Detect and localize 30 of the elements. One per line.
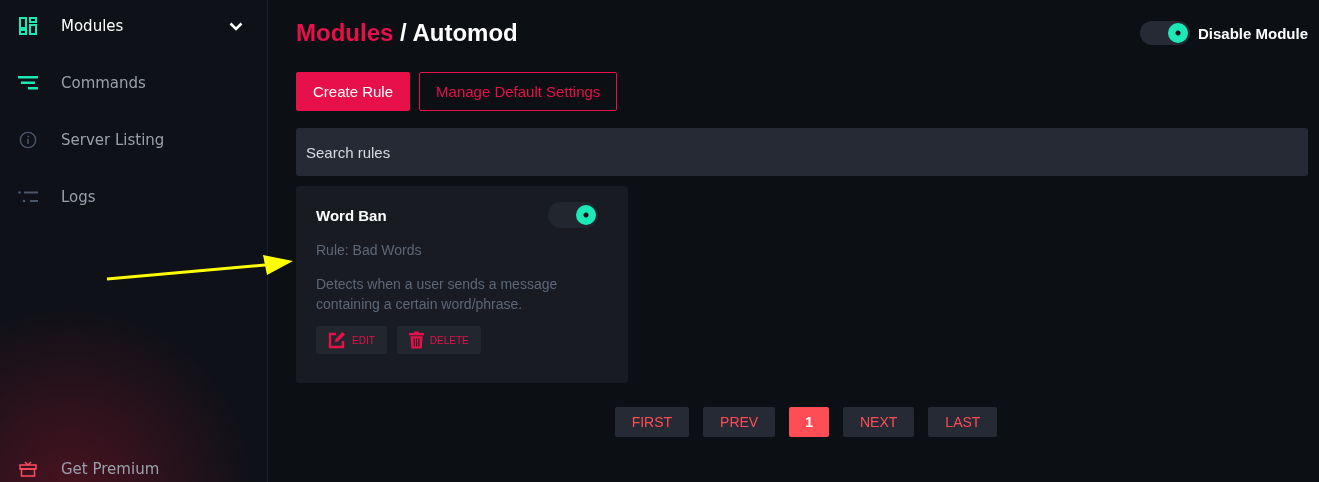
toggle-switch[interactable] [548,202,598,228]
chevron-icon [229,21,243,31]
sidebar-item[interactable]: Get Premium [0,460,267,482]
filter-lines-icon [18,76,38,90]
settings-button[interactable]: Manage Default Settings [419,72,618,111]
sidebar-item[interactable]: Modules [0,15,267,37]
sidebar-item[interactable]: Logs [0,186,267,208]
rule-description: Detects when a user sends a message containing a certain word/phrase. [316,275,559,314]
sidebar-item[interactable]: Server Listing [0,129,267,151]
trash-icon [408,331,424,349]
rule-title: Word Ban [316,206,387,224]
page-button[interactable]: NEXT [843,407,915,437]
edit-icon [328,331,346,349]
delete-button[interactable]: DELETE [396,326,481,354]
search-field[interactable]: Search rules [296,128,1308,176]
page-button[interactable]: PREV [703,407,776,437]
list-icon [18,191,38,203]
page-button[interactable]: 1 [789,407,829,437]
rule-type: Rule: Bad Words [316,242,423,258]
page-button[interactable]: FIRST [614,407,690,437]
toggle-switch[interactable] [1139,21,1190,45]
page-button[interactable]: LAST [928,407,998,437]
dashboard-icon [18,17,38,35]
info-icon [18,131,38,149]
sidebar-item[interactable]: Commands [0,72,267,94]
create-button[interactable]: Create Rule [296,72,411,111]
page-title: Modules / Automod [296,19,518,47]
edit-button[interactable]: EDIT [316,326,387,354]
gift-icon [18,461,38,477]
toggle-label: Disable Module [1197,24,1308,42]
